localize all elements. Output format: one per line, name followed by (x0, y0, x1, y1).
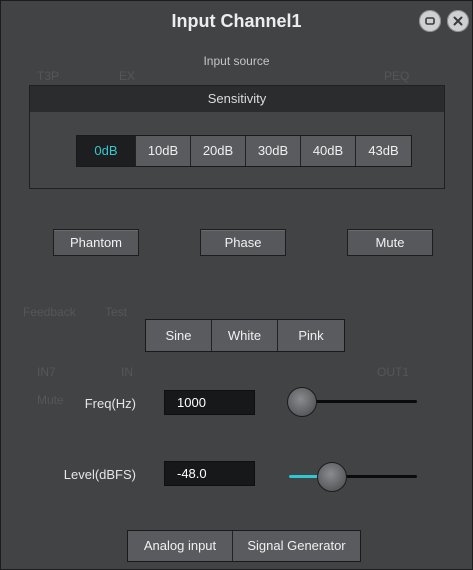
sensitivity-selector: 0dB 10dB 20dB 30dB 40dB 43dB (76, 135, 412, 167)
level-label: Level(dBFS) (63, 467, 136, 482)
window-title: Input Channel1 (171, 11, 302, 31)
sensitivity-option[interactable]: 43dB (356, 136, 411, 166)
waveform-option[interactable]: Sine (146, 320, 212, 351)
input-source-label: Input source (203, 54, 270, 68)
close-icon[interactable] (447, 10, 469, 32)
sensitivity-header: Sensitivity (30, 86, 444, 112)
input-channel-dialog: T3P EX PEQ COMP Feedback Test IN7 IN OUT… (0, 0, 473, 570)
ghost-text: EX (119, 69, 136, 83)
sensitivity-option[interactable]: 10dB (136, 136, 191, 166)
source-tabs: Analog input Signal Generator (127, 530, 361, 562)
phase-button[interactable]: Phase (200, 229, 286, 256)
freq-input[interactable]: 1000 (164, 390, 255, 415)
level-input[interactable]: -48.0 (164, 461, 255, 486)
sensitivity-option[interactable]: 20dB (191, 136, 246, 166)
title-bar[interactable]: Input Channel1 (1, 1, 472, 41)
tab-signal-generator[interactable]: Signal Generator (233, 531, 360, 561)
ghost-text: T3P (37, 69, 60, 83)
ghost-text: PEQ (384, 69, 410, 83)
restore-icon[interactable] (419, 10, 441, 32)
mute-button[interactable]: Mute (347, 229, 433, 256)
ghost-text: IN7 (37, 365, 56, 379)
level-slider-knob[interactable] (317, 462, 347, 492)
waveform-option[interactable]: Pink (278, 320, 344, 351)
sensitivity-panel: Sensitivity 0dB 10dB 20dB 30dB 40dB 43dB (29, 85, 445, 189)
freq-slider-knob[interactable] (287, 387, 317, 417)
tab-analog-input[interactable]: Analog input (128, 531, 233, 561)
ghost-text: Test (105, 305, 128, 319)
sensitivity-option[interactable]: 0dB (77, 136, 136, 166)
sensitivity-option[interactable]: 40dB (301, 136, 356, 166)
ghost-text: Feedback (23, 305, 76, 319)
waveform-selector: Sine White Pink (145, 319, 345, 352)
waveform-option[interactable]: White (212, 320, 278, 351)
ghost-text: OUT1 (377, 365, 410, 379)
sensitivity-option[interactable]: 30dB (246, 136, 301, 166)
freq-label: Freq(Hz) (84, 396, 136, 411)
ghost-text: IN (121, 365, 133, 379)
phantom-button[interactable]: Phantom (53, 229, 139, 256)
